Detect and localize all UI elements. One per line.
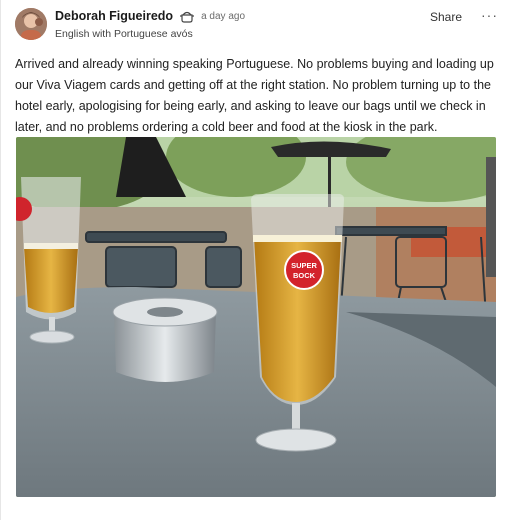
post-header: Deborah Figueiredo a day ago English wit… bbox=[15, 6, 500, 46]
share-button[interactable]: Share bbox=[430, 10, 462, 24]
avatar-image bbox=[15, 8, 47, 40]
post-card: Deborah Figueiredo a day ago English wit… bbox=[0, 0, 512, 520]
post-subtitle[interactable]: English with Portuguese avós bbox=[55, 28, 193, 40]
more-horizontal-icon[interactable]: ··· bbox=[481, 7, 498, 23]
photo-beer-in-park: SUPER BOCK bbox=[16, 137, 496, 497]
post-body: Arrived and already winning speaking Por… bbox=[15, 57, 494, 134]
post-time[interactable]: a day ago bbox=[201, 11, 245, 22]
author-name[interactable]: Deborah Figueiredo bbox=[55, 9, 173, 23]
glass-label-line2: BOCK bbox=[293, 271, 316, 280]
glass-label-line1: SUPER bbox=[291, 261, 317, 270]
post-photo[interactable]: SUPER BOCK bbox=[16, 137, 496, 497]
avatar[interactable] bbox=[15, 8, 47, 40]
cooking-pot-icon bbox=[179, 9, 195, 23]
